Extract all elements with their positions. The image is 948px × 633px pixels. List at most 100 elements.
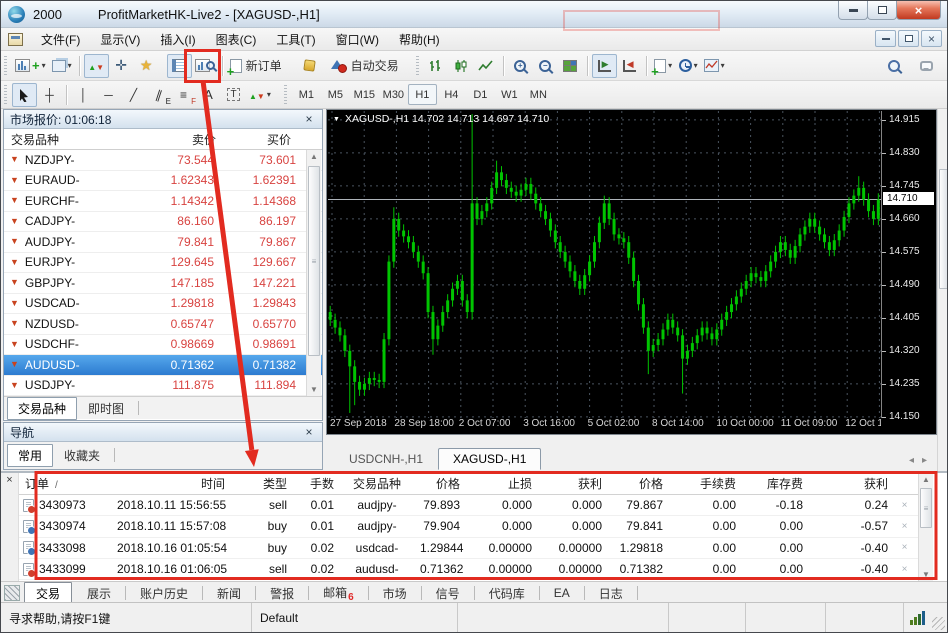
bar-chart-button[interactable]: [424, 54, 449, 78]
chat-icon[interactable]: [920, 61, 933, 71]
market-watch-row[interactable]: ▼NZDUSD-0.657470.65770: [4, 314, 322, 335]
order-row[interactable]: 34330982018.10.16 01:05:54buy0.02usdcad-…: [19, 538, 918, 559]
timeframe-m15[interactable]: M15: [350, 84, 379, 105]
metaeditor-button[interactable]: [297, 54, 322, 78]
text-tool[interactable]: A: [196, 83, 221, 107]
orders-column-header[interactable]: 订单/: [19, 475, 111, 492]
orders-column-header[interactable]: 手数: [293, 475, 340, 492]
market-watch-row[interactable]: ▼EURJPY-129.645129.667: [4, 253, 322, 274]
dropdown-icon[interactable]: ▾: [721, 61, 725, 70]
market-watch-row[interactable]: ▼AUDUSD-0.713620.71382: [4, 355, 322, 376]
close-order-icon[interactable]: ×: [894, 542, 915, 553]
chart-context-icon[interactable]: ▼: [333, 116, 340, 123]
trendline-tool[interactable]: ╱: [121, 83, 146, 107]
orders-column-header[interactable]: 类型: [231, 475, 293, 492]
text-label-tool[interactable]: T: [221, 83, 246, 107]
chart-tab-1[interactable]: USDCNH-,H1: [334, 448, 438, 470]
price-axis[interactable]: 14.91514.83014.74514.66014.57514.49014.4…: [881, 111, 935, 418]
fibonacci-tool[interactable]: ≡ F: [171, 83, 196, 107]
market-watch-row[interactable]: ▼CADJPY-86.16086.197: [4, 212, 322, 233]
tab-scroll-left-icon[interactable]: ◂: [909, 455, 914, 466]
templates-button[interactable]: ▾: [701, 54, 728, 78]
terminal-tab-11[interactable]: 日志: [588, 583, 634, 604]
child-restore-button[interactable]: [898, 30, 919, 47]
scrollbar-thumb[interactable]: ≡: [308, 166, 320, 356]
timeframe-d1[interactable]: D1: [466, 84, 495, 105]
tab-scroll-right-icon[interactable]: ▸: [922, 455, 927, 466]
toolbar-grip[interactable]: [4, 56, 7, 76]
chart-shift-toggle[interactable]: ◀: [617, 54, 642, 78]
order-row[interactable]: 34309732018.10.11 15:56:55sell0.01audjpy…: [19, 495, 918, 516]
workspace-scrollbar[interactable]: [937, 109, 948, 471]
menu-help[interactable]: 帮助(H): [389, 28, 450, 51]
navigator-toggle[interactable]: ★: [134, 54, 159, 78]
tab-navigator-1[interactable]: 常用: [7, 444, 53, 467]
orders-column-header[interactable]: 库存费: [742, 475, 809, 492]
toolbar-grip[interactable]: [284, 85, 287, 105]
market-watch-row[interactable]: ▼USDCAD-1.298181.29843: [4, 294, 322, 315]
tab-market-watch-1[interactable]: 交易品种: [7, 397, 77, 420]
close-order-icon[interactable]: ×: [894, 521, 915, 532]
orders-column-header[interactable]: 价格: [414, 475, 466, 492]
close-order-icon[interactable]: ×: [894, 500, 915, 511]
menu-view[interactable]: 显示(V): [90, 28, 150, 51]
chart-plot[interactable]: [328, 111, 881, 418]
new-order-button[interactable]: + 新订单: [227, 54, 287, 78]
dropdown-icon[interactable]: ▾: [668, 61, 672, 70]
tab-navigator-2[interactable]: 收藏夹: [54, 445, 110, 466]
terminal-tab-3[interactable]: 账户历史: [129, 583, 199, 604]
orders-column-header[interactable]: 获利: [809, 475, 894, 492]
terminal-tab-4[interactable]: 新闻: [206, 583, 252, 604]
chart-tab-2[interactable]: XAGUSD-,H1: [438, 448, 541, 470]
orders-column-header[interactable]: 时间: [111, 475, 231, 492]
autotrading-button[interactable]: 自动交易: [328, 54, 404, 78]
market-watch-row[interactable]: ▼GBPJPY-147.185147.221: [4, 273, 322, 294]
orders-column-header[interactable]: 手续费: [669, 475, 742, 492]
dropdown-icon[interactable]: ▾: [68, 61, 72, 70]
child-minimize-button[interactable]: [875, 30, 896, 47]
search-icon[interactable]: [888, 60, 900, 72]
candlestick-button[interactable]: [449, 54, 474, 78]
dropdown-icon[interactable]: ▾: [694, 61, 698, 70]
horizontal-line-tool[interactable]: ─: [96, 83, 121, 107]
terminal-tab-5[interactable]: 警报: [259, 583, 305, 604]
close-order-icon[interactable]: ×: [894, 564, 915, 575]
market-watch-toggle[interactable]: ▲▼: [84, 54, 109, 78]
market-watch-row[interactable]: ▼EURAUD-1.623431.62391: [4, 171, 322, 192]
minimize-button[interactable]: [838, 1, 868, 20]
menu-insert[interactable]: 插入(I): [150, 28, 205, 51]
zoom-in-button[interactable]: +: [508, 54, 533, 78]
market-watch-row[interactable]: ▼USDJPY-111.875111.894: [4, 376, 322, 397]
timeframe-m30[interactable]: M30: [379, 84, 408, 105]
close-icon[interactable]: ×: [1, 473, 18, 487]
resize-grip[interactable]: [932, 617, 945, 630]
vertical-line-tool[interactable]: │: [71, 83, 96, 107]
toolbar-grip[interactable]: [4, 85, 7, 105]
order-row[interactable]: 34330992018.10.16 01:06:05sell0.02audusd…: [19, 559, 918, 580]
terminal-tab-2[interactable]: 展示: [76, 583, 122, 604]
timeframe-h1[interactable]: H1: [408, 84, 437, 105]
market-watch-row[interactable]: ▼AUDJPY-79.84179.867: [4, 232, 322, 253]
menu-file[interactable]: 文件(F): [31, 28, 90, 51]
scrollbar-thumb[interactable]: [939, 169, 948, 289]
title-bar[interactable]: 2000 ProfitMarketHK-Live2 - [XAGUSD-,H1]…: [1, 1, 947, 28]
chart-window[interactable]: ▼ XAGUSD-,H1 14.702 14.713 14.697 14.710…: [326, 109, 937, 435]
column-ask[interactable]: 买价: [223, 131, 305, 148]
cursor-tool[interactable]: [12, 83, 37, 107]
tile-windows-button[interactable]: [558, 54, 583, 78]
terminal-tab-7[interactable]: 市场: [372, 583, 418, 604]
scroll-up-icon[interactable]: ▲: [307, 150, 321, 163]
close-button[interactable]: ×: [896, 1, 941, 20]
column-bid[interactable]: 卖价: [143, 131, 223, 148]
terminal-scrollbar[interactable]: ▲ ≡ ▼: [918, 473, 933, 581]
order-row[interactable]: 34309742018.10.11 15:57:08buy0.01audjpy-…: [19, 516, 918, 537]
orders-column-header[interactable]: 止损: [466, 475, 538, 492]
time-axis[interactable]: 27 Sep 201828 Sep 18:002 Oct 07:003 Oct …: [328, 417, 881, 432]
terminal-tab-8[interactable]: 信号: [425, 583, 471, 604]
menu-window[interactable]: 窗口(W): [326, 28, 389, 51]
navigator-title[interactable]: 导航 ×: [4, 423, 322, 442]
terminal-tab-9[interactable]: 代码库: [478, 583, 536, 604]
channel-tool[interactable]: ∥ E: [146, 83, 171, 107]
scroll-down-icon[interactable]: ▼: [307, 383, 321, 396]
terminal-toggle[interactable]: [167, 54, 192, 78]
